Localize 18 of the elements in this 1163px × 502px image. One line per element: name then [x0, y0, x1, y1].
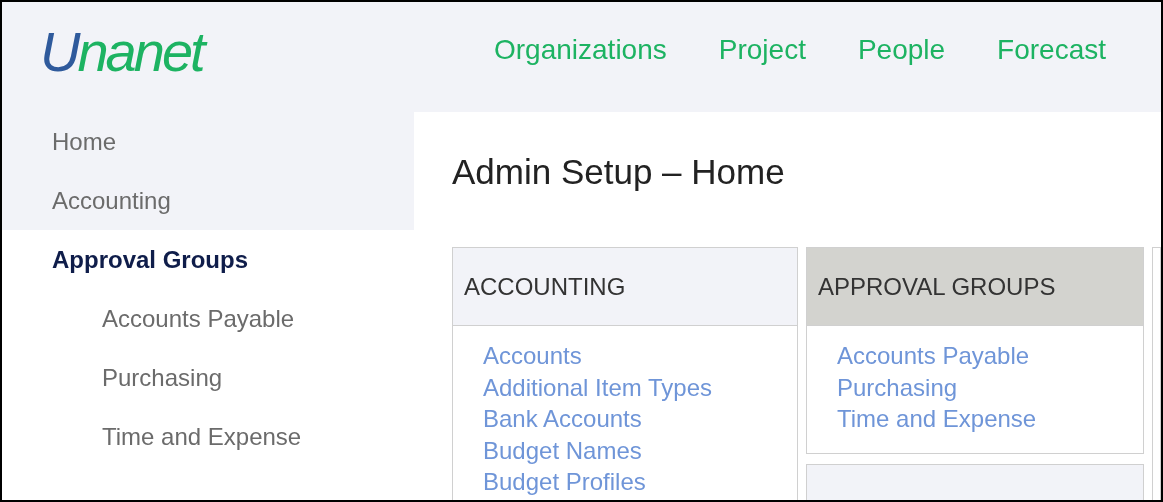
link[interactable]: Accounts Payable [837, 340, 1030, 372]
nav-link[interactable]: Project [718, 36, 806, 64]
link[interactable]: Budget Profiles [483, 466, 646, 498]
link[interactable]: Time and Expense [837, 403, 1037, 435]
link[interactable]: Accounts [483, 340, 582, 372]
nav-link[interactable]: People [857, 36, 946, 64]
link[interactable]: Budget Names [483, 434, 642, 466]
card-header: ACCOUNTING [453, 248, 797, 326]
sidebar-item[interactable]: Home [2, 112, 414, 171]
link[interactable]: Bank Accounts [483, 403, 642, 435]
page-title: Admin Setup – Home [452, 154, 786, 189]
link[interactable]: Additional Item Types [483, 371, 713, 403]
link[interactable]: Purchasing [837, 371, 958, 403]
nav-link[interactable]: Forecast [997, 36, 1107, 64]
card-header: APPROVAL GROUPS [807, 248, 1143, 326]
sidebar-item[interactable]: Accounting [2, 171, 414, 230]
logo: Unanet [40, 24, 440, 80]
nav-link[interactable]: Organizations [494, 36, 667, 64]
